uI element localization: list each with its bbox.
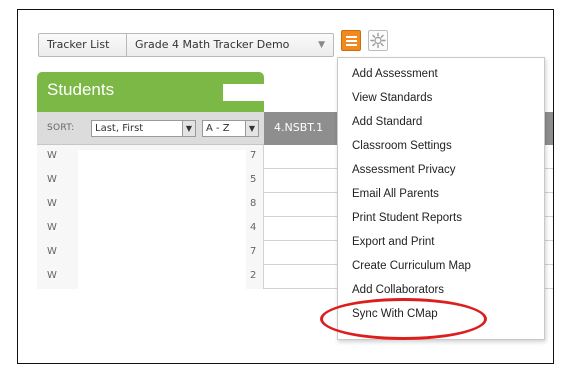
student-initial: W xyxy=(47,222,57,233)
student-initial: W xyxy=(47,174,57,185)
menu-item-classroom-settings[interactable]: Classroom Settings xyxy=(352,140,452,152)
tracker-options-menu: Add Assessment View Standards Add Standa… xyxy=(337,57,545,340)
menu-item-print-student-reports[interactable]: Print Student Reports xyxy=(352,212,462,224)
student-name-tail: 7 xyxy=(250,150,257,161)
student-initial: W xyxy=(47,246,57,257)
menu-item-add-standard[interactable]: Add Standard xyxy=(352,116,422,128)
chevron-down-icon: ▼ xyxy=(182,121,195,136)
student-name-tail: 2 xyxy=(250,270,257,281)
student-initial: W xyxy=(47,150,57,161)
menu-item-add-assessment[interactable]: Add Assessment xyxy=(352,68,438,80)
sort-order-select[interactable]: A - Z ▼ xyxy=(202,120,259,137)
tracker-select-value: Grade 4 Math Tracker Demo xyxy=(135,38,290,51)
menu-item-create-curriculum-map[interactable]: Create Curriculum Map xyxy=(352,260,471,272)
menu-item-add-collaborators[interactable]: Add Collaborators xyxy=(352,284,444,296)
chevron-down-icon: ▼ xyxy=(318,40,325,50)
sort-label: SORT: xyxy=(47,123,75,133)
sort-bar: SORT: Last, First ▼ A - Z ▼ xyxy=(37,112,264,145)
menu-item-export-and-print[interactable]: Export and Print xyxy=(352,236,434,248)
redaction-box xyxy=(78,150,246,340)
menu-item-email-all-parents[interactable]: Email All Parents xyxy=(352,188,439,200)
student-initial: W xyxy=(47,198,57,209)
students-panel-header: Students xyxy=(37,72,275,112)
student-initial: W xyxy=(47,270,57,281)
menu-item-view-standards[interactable]: View Standards xyxy=(352,92,432,104)
student-name-tail: 8 xyxy=(250,198,257,209)
chevron-down-icon: ▼ xyxy=(245,121,258,136)
highlight-annotation-ellipse xyxy=(320,298,487,340)
menu-item-assessment-privacy[interactable]: Assessment Privacy xyxy=(352,164,456,176)
student-name-tail: 7 xyxy=(250,246,257,257)
sort-field-select[interactable]: Last, First ▼ xyxy=(91,120,196,137)
student-name-tail: 5 xyxy=(250,174,257,185)
hamburger-menu-icon[interactable] xyxy=(341,30,361,51)
screenshot-frame: Tracker List Grade 4 Math Tracker Demo ▼… xyxy=(17,9,554,364)
student-search-input[interactable] xyxy=(223,84,275,101)
gear-icon[interactable] xyxy=(368,30,388,51)
sort-field-value: Last, First xyxy=(95,123,144,134)
tracker-list-button[interactable]: Tracker List xyxy=(38,33,127,57)
students-title: Students xyxy=(47,80,115,99)
sort-order-value: A - Z xyxy=(206,123,230,134)
student-name-tail: 4 xyxy=(250,222,257,233)
standard-column-header[interactable]: 4.NSBT.1 xyxy=(274,121,323,134)
tracker-select[interactable]: Grade 4 Math Tracker Demo ▼ xyxy=(126,33,334,57)
